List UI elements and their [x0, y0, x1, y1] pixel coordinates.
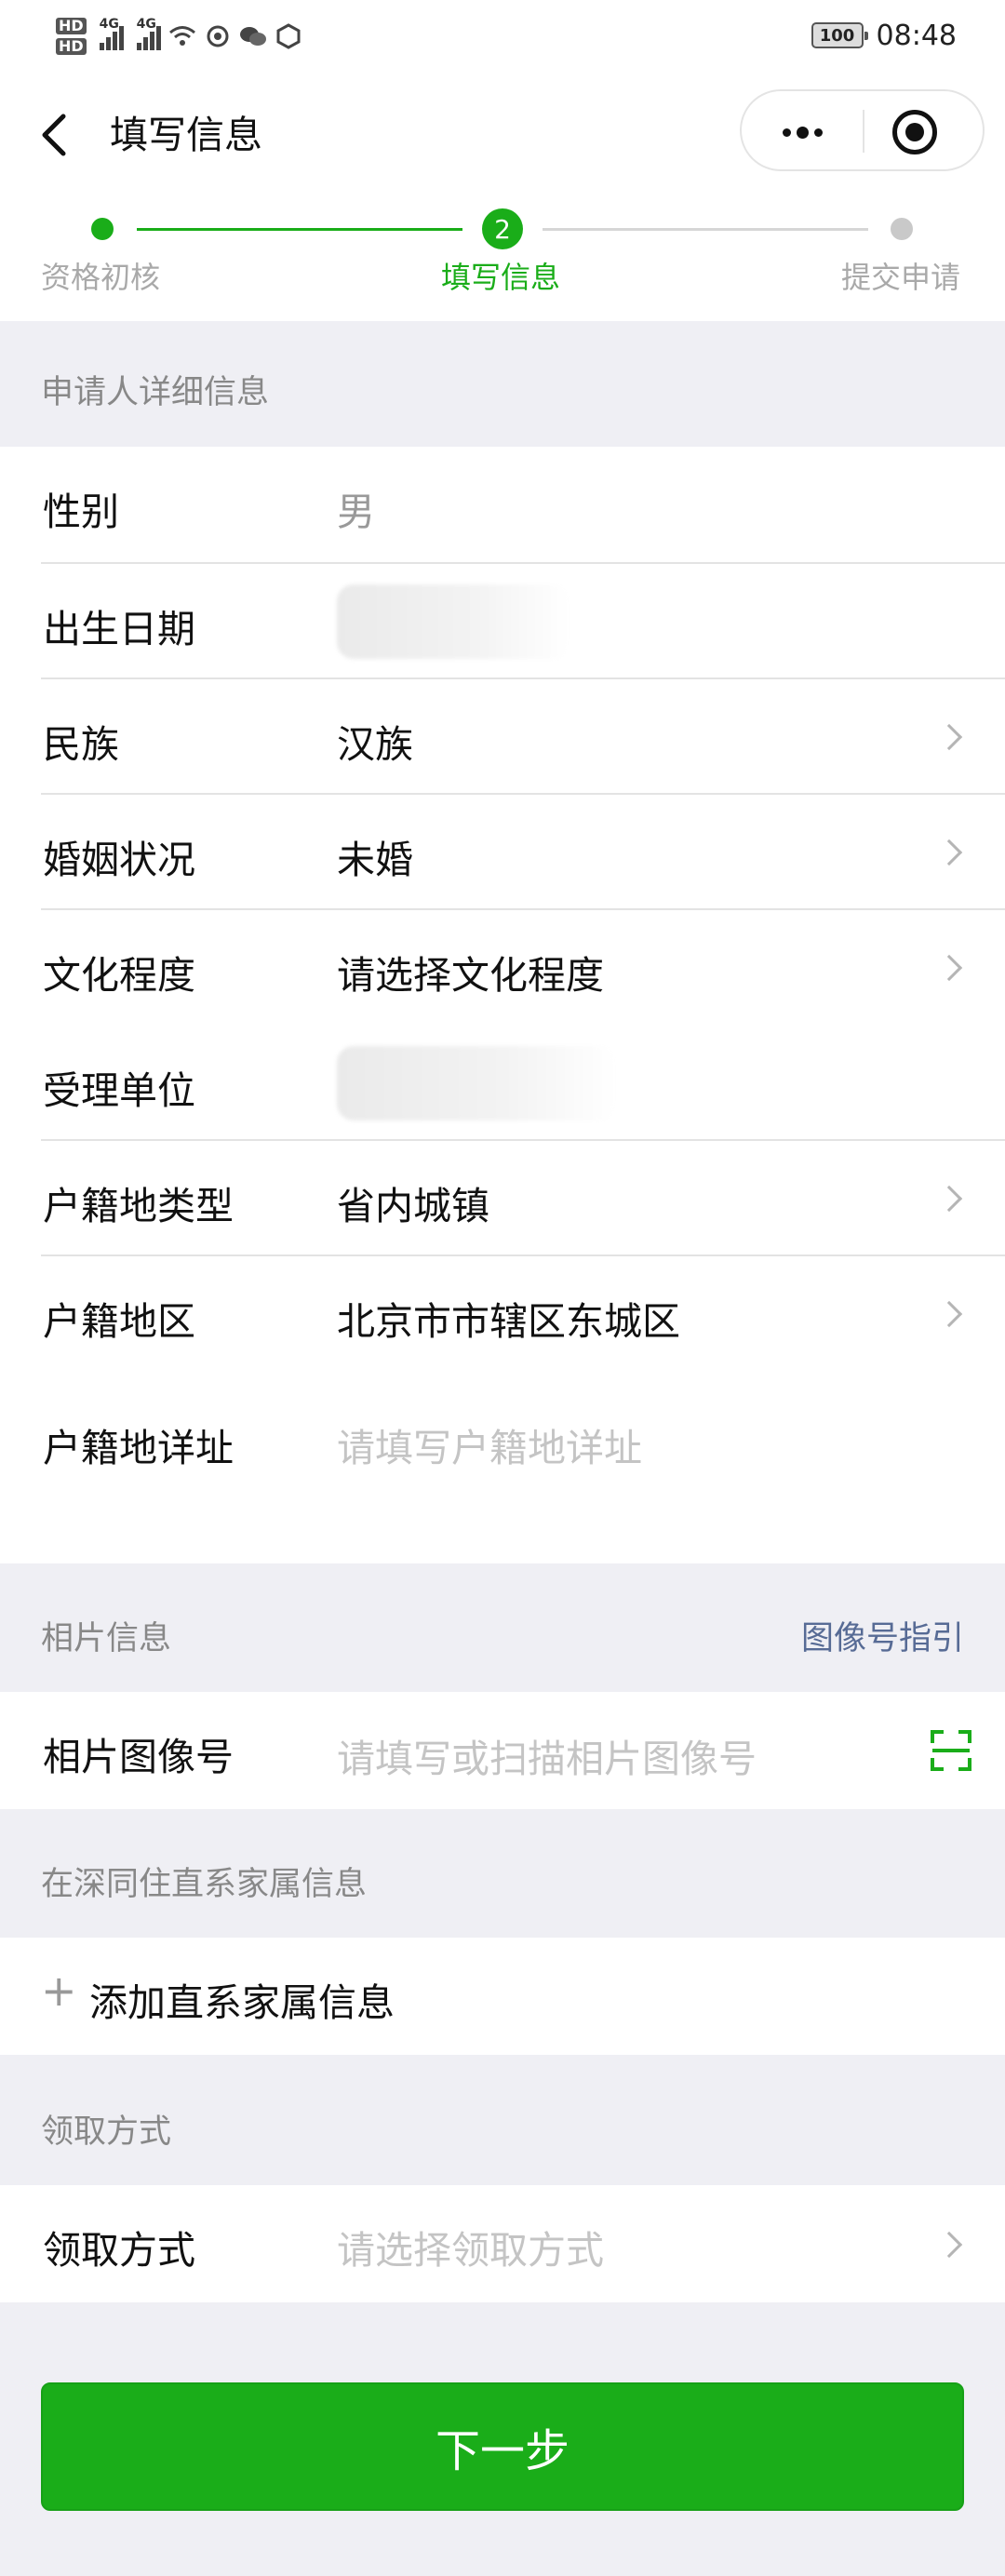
- row-value: 北京市市辖区东城区: [337, 1299, 680, 1344]
- add-family-member-button[interactable]: + 添加直系家属信息: [0, 1938, 1005, 2055]
- section-header-applicant: 申请人详细信息: [0, 321, 1005, 447]
- row-label: 户籍地类型: [43, 1184, 234, 1228]
- battery-icon: 100: [811, 22, 868, 48]
- photo-number-input[interactable]: 请填写或扫描相片图像号: [337, 1727, 757, 1783]
- section-title: 相片信息: [41, 1620, 172, 1657]
- applicant-form: 性别 男 出生日期 民族 汉族 婚姻状况 未婚 文化程度 请选择文化程度 受理单…: [0, 447, 1005, 1563]
- signal-2-icon: 4G: [136, 17, 161, 50]
- next-step-button[interactable]: 下一步: [41, 2382, 964, 2511]
- network-type-1: 4G: [99, 17, 119, 32]
- photo-form: 相片图像号 请填写或扫描相片图像号: [0, 1692, 1005, 1809]
- redacted-value: [337, 584, 570, 659]
- chevron-right-icon: [935, 723, 963, 751]
- more-icon[interactable]: [770, 114, 835, 151]
- chevron-right-icon: [935, 954, 963, 982]
- form-row-marital-status[interactable]: 婚姻状况 未婚: [0, 795, 1005, 910]
- step-1-done-icon: [91, 218, 114, 240]
- page-title: 填写信息: [110, 113, 262, 157]
- sync-icon: [204, 22, 232, 50]
- form-row-household-address[interactable]: 户籍地详址 请填写户籍地详址: [0, 1372, 1005, 1563]
- chevron-right-icon: [935, 2231, 963, 2259]
- status-right: 100 08:48: [811, 17, 957, 54]
- close-mini-program-icon[interactable]: [892, 110, 937, 154]
- row-label: 出生日期: [43, 607, 195, 651]
- capsule-divider: [863, 110, 864, 153]
- step-3-label: 提交申请: [841, 260, 961, 295]
- step-line-todo: [543, 228, 868, 231]
- form-row-photo-number[interactable]: 相片图像号 请填写或扫描相片图像号: [0, 1692, 1005, 1809]
- step-3-todo-icon: [891, 218, 913, 240]
- row-label: 受理单位: [43, 1068, 195, 1113]
- row-value: 请选择文化程度: [337, 953, 604, 998]
- form-row-gender[interactable]: 性别 男: [0, 447, 1005, 564]
- step-line-done: [137, 228, 462, 231]
- form-row-household-region[interactable]: 户籍地区 北京市市辖区东城区: [0, 1256, 1005, 1372]
- family-form: + 添加直系家属信息: [0, 1938, 1005, 2055]
- section-title: 在深同住直系家属信息: [41, 1866, 368, 1903]
- hd-badge-2: HD: [56, 38, 87, 55]
- wechat-icon: [239, 22, 267, 50]
- status-bar: HD HD 4G 4G 100 08:48: [0, 0, 1005, 70]
- chevron-right-icon: [935, 1300, 963, 1328]
- step-1-label: 资格初核: [41, 260, 161, 295]
- clock: 08:48: [876, 19, 957, 52]
- section-header-family: 在深同住直系家属信息: [0, 1809, 1005, 1938]
- hd-badges: HD HD: [56, 18, 87, 55]
- wifi-icon: [168, 22, 196, 50]
- signal-1-icon: 4G: [99, 17, 124, 50]
- row-value: 未婚: [337, 838, 413, 882]
- step-2-current-icon: 2: [482, 208, 523, 249]
- network-type-2: 4G: [136, 17, 156, 32]
- row-label: 性别: [43, 490, 119, 534]
- row-label: 领取方式: [43, 2228, 195, 2273]
- shield-icon: [275, 22, 302, 50]
- form-row-birthdate[interactable]: 出生日期: [0, 564, 1005, 679]
- section-header-pickup: 领取方式: [0, 2055, 1005, 2185]
- pickup-method-select[interactable]: 请选择领取方式: [337, 2219, 604, 2274]
- hd-badge-1: HD: [56, 18, 87, 34]
- scan-icon[interactable]: [931, 1730, 972, 1771]
- form-row-pickup-method[interactable]: 领取方式 请选择领取方式: [0, 2185, 1005, 2302]
- chevron-right-icon: [935, 839, 963, 866]
- row-label: 婚姻状况: [43, 838, 195, 882]
- row-label: 户籍地区: [43, 1299, 195, 1344]
- chevron-right-icon: [935, 1185, 963, 1213]
- form-row-education[interactable]: 文化程度 请选择文化程度: [0, 910, 1005, 1026]
- nav-bar: 填写信息: [0, 70, 1005, 195]
- section-title: 申请人详细信息: [41, 374, 270, 411]
- pickup-form: 领取方式 请选择领取方式: [0, 2185, 1005, 2302]
- row-value: 汉族: [337, 722, 413, 767]
- form-row-household-type[interactable]: 户籍地类型 省内城镇: [0, 1141, 1005, 1256]
- row-value: 男: [337, 490, 375, 534]
- redacted-value: [337, 1046, 616, 1120]
- form-row-ethnicity[interactable]: 民族 汉族: [0, 679, 1005, 795]
- row-label: 相片图像号: [43, 1735, 234, 1779]
- plus-icon: +: [41, 1966, 77, 2016]
- section-header-photo: 相片信息 图像号指引: [0, 1563, 1005, 1692]
- status-left-icons: HD HD 4G 4G: [56, 9, 302, 63]
- row-label: 户籍地详址: [43, 1426, 234, 1470]
- row-label: 文化程度: [43, 953, 195, 998]
- section-title: 领取方式: [41, 2113, 172, 2151]
- progress-steps: 2 资格初核 填写信息 提交申请: [0, 195, 1005, 321]
- image-number-guide-link[interactable]: 图像号指引: [801, 1612, 964, 1659]
- mini-program-capsule: [740, 89, 985, 171]
- back-icon[interactable]: [35, 109, 76, 161]
- household-address-input[interactable]: 请填写户籍地详址: [337, 1416, 642, 1472]
- add-family-label: 添加直系家属信息: [89, 1980, 395, 2025]
- row-label: 民族: [43, 722, 119, 767]
- form-row-accepting-unit[interactable]: 受理单位: [0, 1026, 1005, 1141]
- step-2-label: 填写信息: [441, 260, 561, 295]
- row-value: 省内城镇: [337, 1184, 489, 1228]
